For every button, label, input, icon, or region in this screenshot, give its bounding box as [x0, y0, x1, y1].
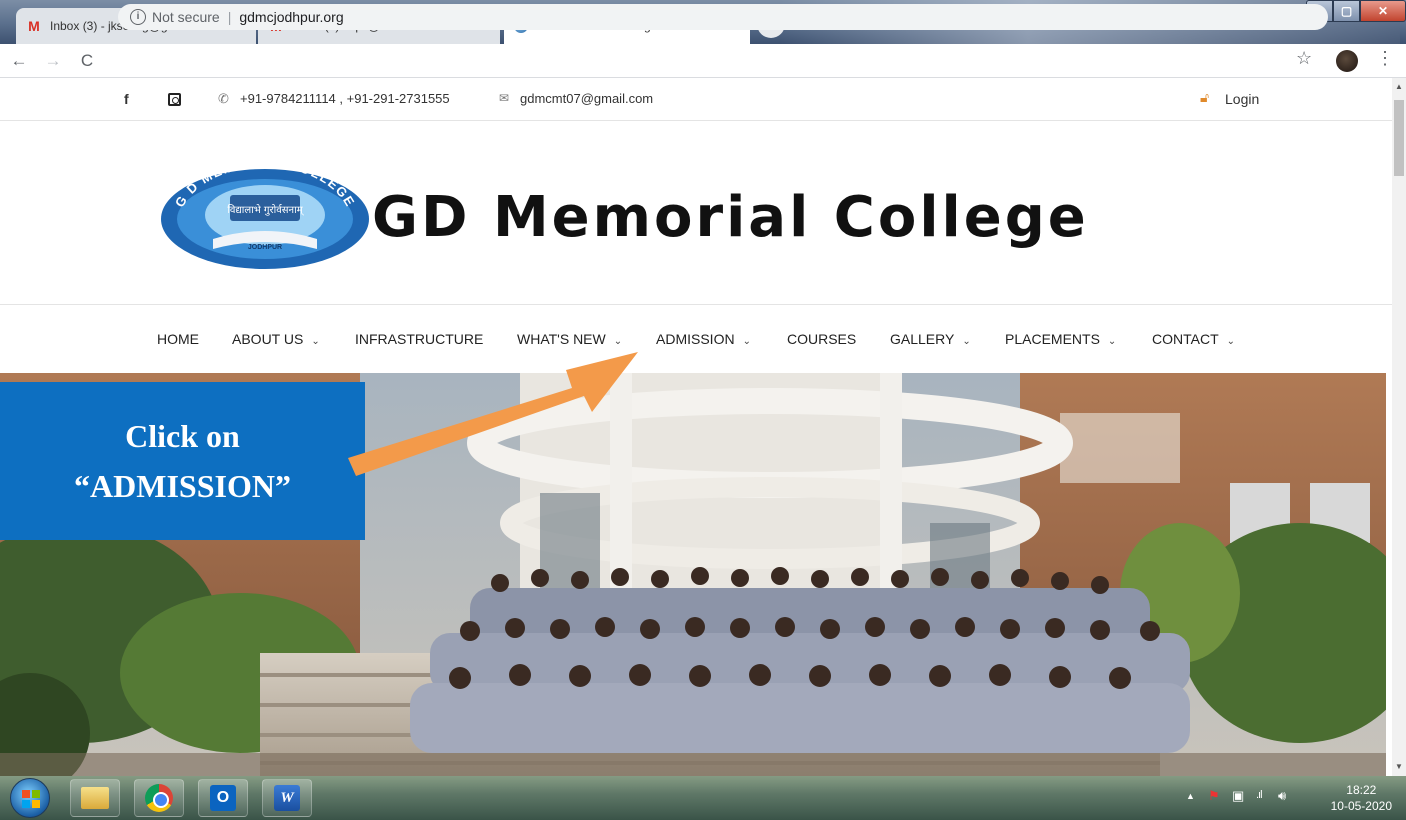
windows-taskbar: O W ▲ ⚑ ▣ .ıl 🔊︎ 18:22 10-05-2020 [0, 776, 1406, 820]
nav-label: ABOUT US [232, 331, 304, 347]
info-icon[interactable]: i [130, 9, 146, 25]
taskbar-explorer-button[interactable] [70, 779, 120, 817]
nav-gallery[interactable]: GALLERY ⌄ [890, 331, 971, 347]
back-arrow-icon[interactable]: ← [6, 48, 32, 74]
network-icon[interactable]: ▣ [1232, 788, 1244, 804]
instagram-icon[interactable] [168, 93, 181, 106]
nav-admission[interactable]: ADMISSION ⌄ [656, 331, 751, 347]
forward-arrow-icon[interactable]: → [40, 48, 66, 74]
main-nav: HOME ABOUT US ⌄ INFRASTRUCTURE WHAT'S NEW… [0, 305, 1392, 373]
security-label: Not secure [152, 9, 220, 25]
tray-expand-icon[interactable]: ▲ [1186, 791, 1195, 801]
address-bar[interactable]: i Not secure | gdmcjodhpur.org [118, 4, 1328, 30]
nav-label: COURSES [787, 331, 857, 347]
svg-text:विद्यालाभे गुरोर्वसनाम्: विद्यालाभे गुरोर्वसनाम् [227, 204, 304, 216]
instruction-callout: Click on “ADMISSION” [0, 382, 365, 540]
windows-logo-icon [22, 790, 40, 808]
site-header: विद्यालाभे गुरोर्वसनाम् JODHPUR G D MEMO… [0, 122, 1392, 305]
svg-text:JODHPUR: JODHPUR [248, 244, 282, 251]
callout-line-1: Click on [125, 418, 240, 454]
login-link[interactable]: Login [1225, 91, 1259, 107]
phone-numbers: +91-9784211114 , +91-291-2731555 [240, 91, 450, 106]
mail-icon: ✉ [499, 91, 510, 105]
chevron-down-icon: ⌄ [1226, 336, 1236, 347]
taskbar-outlook-button[interactable]: O [198, 779, 248, 817]
nav-label: ADMISSION [656, 331, 735, 347]
chevron-down-icon: ⌄ [962, 336, 971, 347]
callout-line-2: “ADMISSION” [74, 468, 291, 504]
phone-icon: ✆ [218, 91, 229, 106]
outlook-icon: O [210, 785, 236, 811]
college-logo[interactable]: विद्यालाभे गुरोर्वसनाम् JODHPUR G D MEMO… [158, 157, 372, 269]
contact-email[interactable]: gdmcmt07@gmail.com [520, 91, 653, 106]
chrome-icon [145, 784, 173, 812]
profile-avatar[interactable] [1336, 50, 1358, 72]
taskbar-chrome-button[interactable] [134, 779, 184, 817]
start-button[interactable] [10, 778, 50, 818]
url-text: gdmcjodhpur.org [239, 9, 344, 25]
signal-icon[interactable]: .ıl [1256, 789, 1262, 801]
lock-icon: 🔓︎ [1200, 89, 1210, 105]
page-scrollbar[interactable]: ▲ ▼ [1392, 78, 1406, 776]
contact-bar: f ✆ +91-9784211114 , +91-291-2731555 ✉ g… [0, 78, 1392, 121]
nav-about-us[interactable]: ABOUT US ⌄ [232, 331, 320, 347]
pointer-arrow-icon [348, 352, 638, 476]
nav-label: GALLERY [890, 331, 955, 347]
nav-placements[interactable]: PLACEMENTS ⌄ [1005, 331, 1116, 347]
nav-courses[interactable]: COURSES [787, 331, 856, 347]
scroll-down-icon[interactable]: ▼ [1392, 760, 1406, 774]
menu-kebab-icon[interactable]: ⋮ [1376, 48, 1394, 69]
chevron-down-icon: ⌄ [311, 336, 320, 347]
nav-contact[interactable]: CONTACT ⌄ [1152, 331, 1235, 347]
reload-icon[interactable]: C [74, 48, 100, 74]
nav-home[interactable]: HOME [157, 331, 199, 347]
clock-time: 18:22 [1346, 783, 1377, 797]
volume-icon[interactable]: 🔊︎ [1278, 788, 1286, 804]
nav-label: CONTACT [1152, 331, 1219, 347]
scroll-thumb[interactable] [1394, 100, 1404, 176]
maximize-button[interactable]: ▢ [1333, 0, 1360, 22]
chevron-down-icon: ⌄ [742, 336, 751, 347]
nav-label: PLACEMENTS [1005, 331, 1100, 347]
action-center-flag-icon[interactable]: ⚑ [1208, 788, 1220, 804]
word-icon: W [274, 785, 300, 811]
browser-toolbar: ← → C [0, 44, 1406, 78]
taskbar-word-button[interactable]: W [262, 779, 312, 817]
window-close-button[interactable]: ✕ [1360, 0, 1406, 22]
clock-date: 10-05-2020 [1330, 799, 1392, 813]
folder-icon [81, 787, 109, 809]
chevron-down-icon: ⌄ [1107, 336, 1117, 347]
separator: | [227, 9, 232, 25]
gmail-icon: M [28, 18, 40, 34]
college-name: GD Memorial College [372, 185, 1089, 250]
bookmark-star-icon[interactable]: ☆ [1296, 48, 1312, 69]
facebook-icon[interactable]: f [124, 91, 129, 107]
system-tray: ▲ ⚑ ▣ .ıl 🔊︎ 18:22 10-05-2020 [1166, 776, 1406, 820]
nav-label: HOME [157, 331, 199, 347]
scroll-up-icon[interactable]: ▲ [1392, 80, 1406, 94]
taskbar-clock[interactable]: 18:22 10-05-2020 [1331, 782, 1392, 814]
